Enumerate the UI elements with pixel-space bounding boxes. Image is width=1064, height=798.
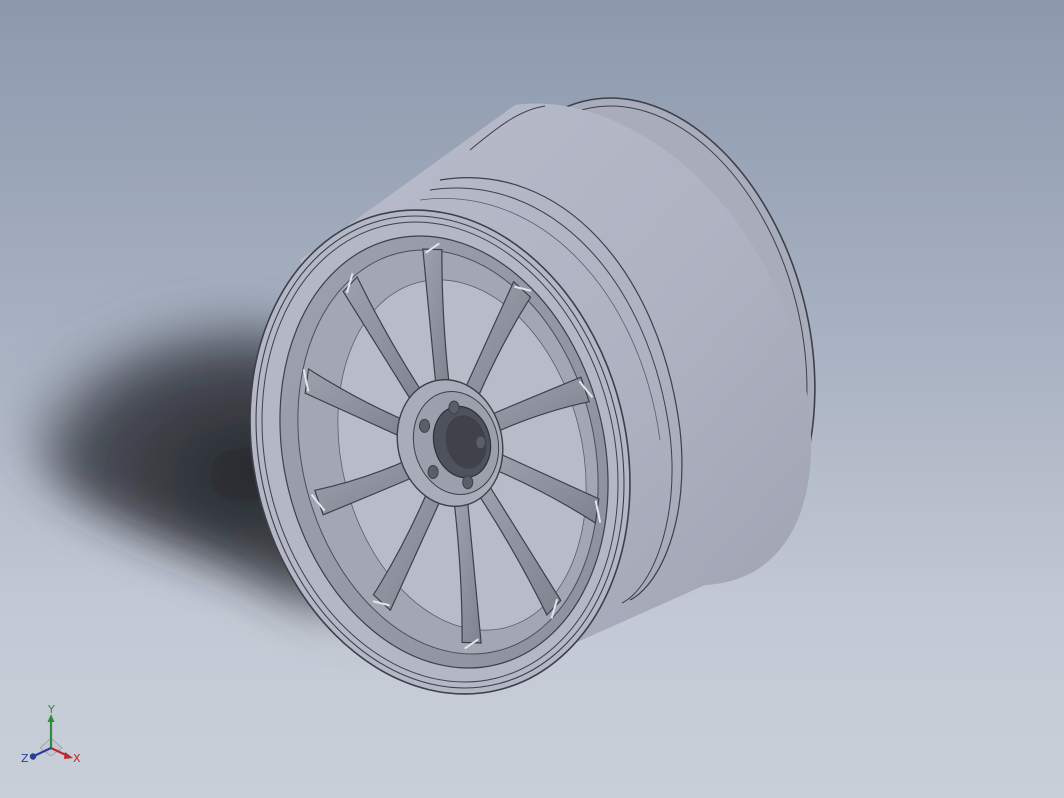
lug-hole xyxy=(427,465,439,480)
wheel-model-view[interactable] xyxy=(0,0,1064,798)
lug-hole xyxy=(462,475,474,490)
graphics-viewport[interactable]: Y X Z xyxy=(0,0,1064,798)
orientation-triad: Y X Z xyxy=(21,704,81,765)
lug-hole xyxy=(419,418,431,433)
x-axis-label: X xyxy=(73,752,81,765)
z-axis-label: Z xyxy=(21,752,29,765)
lug-hole xyxy=(448,400,460,415)
y-axis-label: Y xyxy=(47,704,55,716)
lug-hole xyxy=(475,435,487,450)
